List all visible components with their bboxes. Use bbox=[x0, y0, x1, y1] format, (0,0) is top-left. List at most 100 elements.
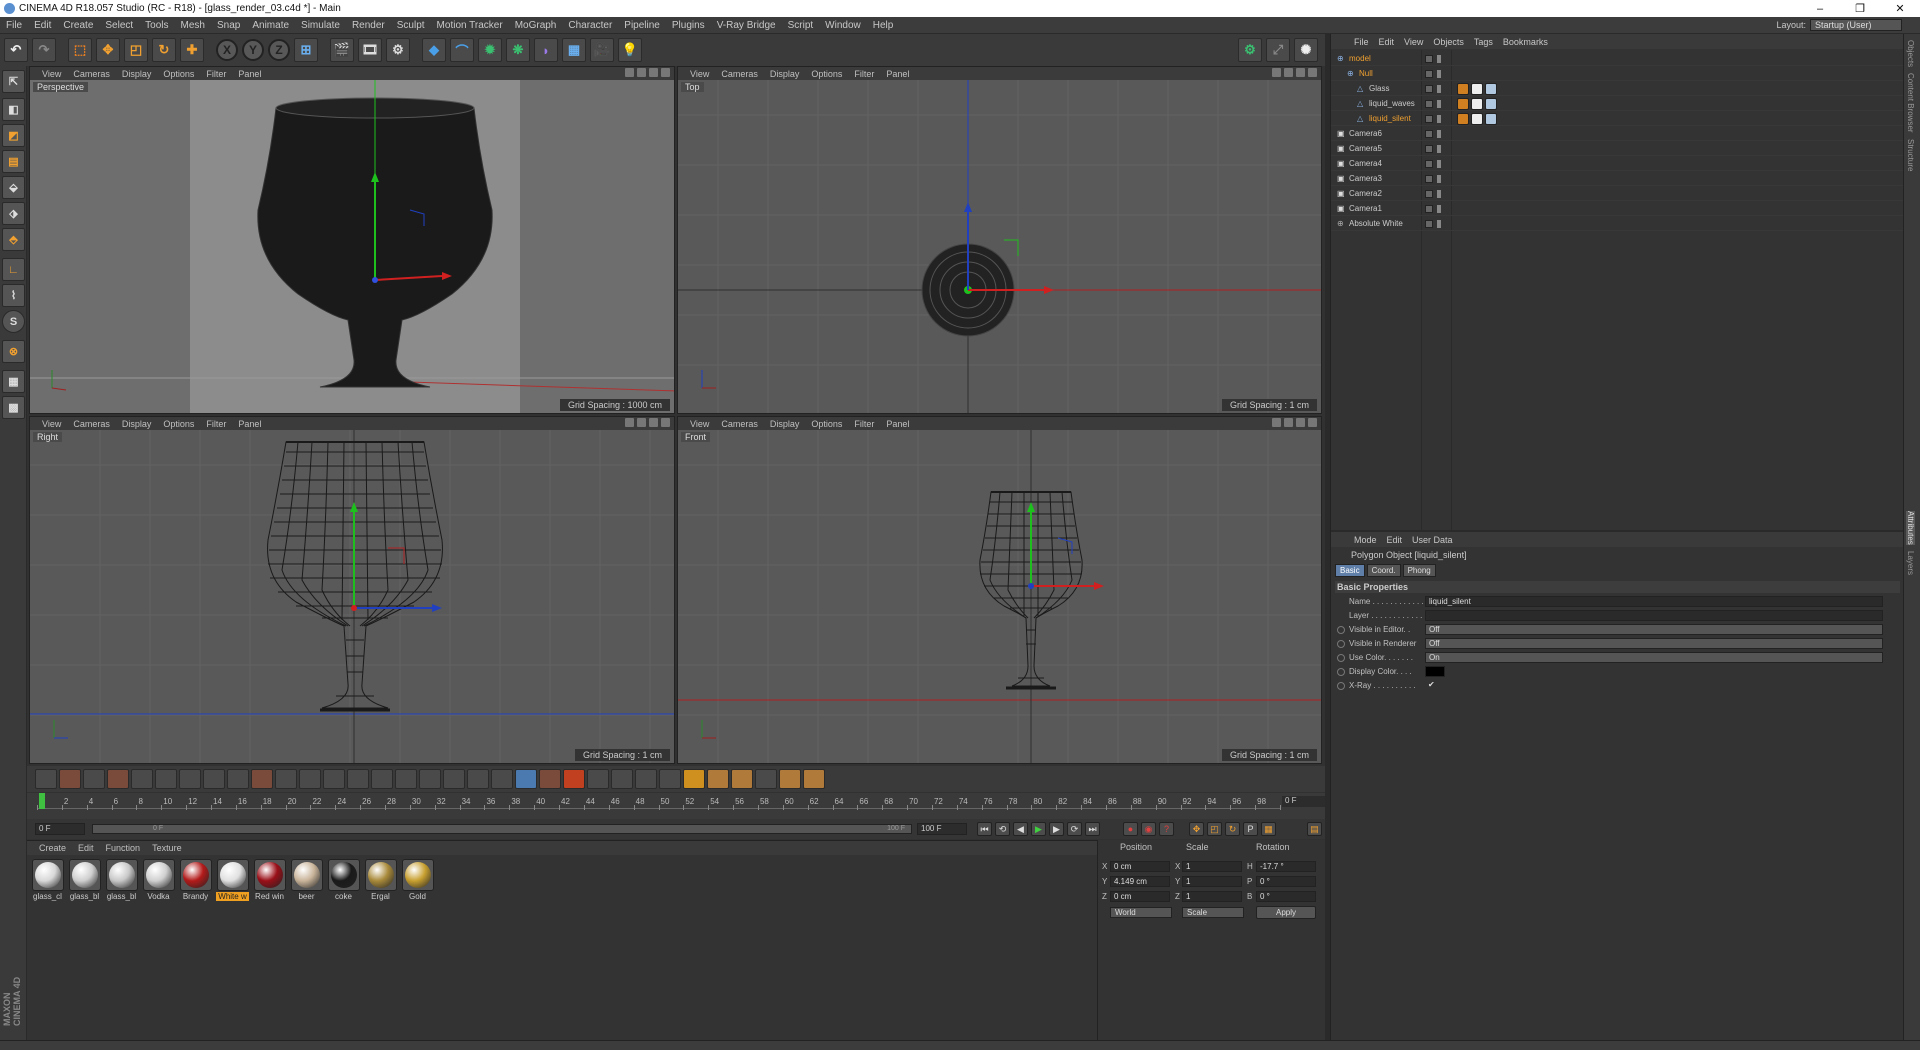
menu-simulate[interactable]: Simulate bbox=[295, 20, 346, 31]
viewport-perspective[interactable]: View Cameras Display Options Filter Pane… bbox=[29, 66, 675, 414]
undo-icon[interactable]: ↶ bbox=[4, 38, 28, 62]
snap-icon[interactable]: ⤢ bbox=[1266, 38, 1290, 62]
visibility-dots[interactable] bbox=[1437, 175, 1441, 183]
obj-menu-file[interactable]: File bbox=[1349, 37, 1374, 47]
move-camera-icon[interactable] bbox=[637, 418, 646, 427]
timeline-cursor[interactable] bbox=[39, 793, 45, 809]
render-picture-viewer-icon[interactable]: 🎞 bbox=[358, 38, 382, 62]
maximize-icon[interactable] bbox=[1308, 418, 1317, 427]
select-tool-icon[interactable]: ⬚ bbox=[68, 38, 92, 62]
object-row[interactable]: ⊕ Absolute White bbox=[1331, 217, 1904, 231]
layer-flag[interactable] bbox=[1425, 55, 1433, 63]
layer-flag[interactable] bbox=[1425, 145, 1433, 153]
scale-key-icon[interactable]: ◰ bbox=[1207, 822, 1222, 836]
menu-sculpt[interactable]: Sculpt bbox=[391, 20, 431, 31]
palette-tool-icon[interactable] bbox=[683, 769, 705, 789]
vp-menu-display[interactable]: Display bbox=[116, 419, 158, 429]
mat-menu-function[interactable]: Function bbox=[100, 843, 147, 853]
layer-field[interactable] bbox=[1425, 610, 1883, 621]
menu-tools[interactable]: Tools bbox=[139, 20, 174, 31]
layer-flag[interactable] bbox=[1425, 70, 1433, 78]
next-frame-icon[interactable]: ▶ bbox=[1049, 822, 1064, 836]
material-tag-icon[interactable] bbox=[1485, 113, 1497, 125]
object-row[interactable]: △ liquid_silent bbox=[1331, 112, 1904, 126]
animate-radio[interactable] bbox=[1337, 682, 1345, 690]
timeline-ruler[interactable]: 0246810121416182022242628303234363840424… bbox=[37, 795, 1295, 810]
visibility-dots[interactable] bbox=[1437, 85, 1441, 93]
material-item[interactable]: Brandy bbox=[179, 859, 212, 901]
preview-range-slider[interactable]: 0 F 100 F bbox=[92, 824, 912, 834]
viewport-right[interactable]: View Cameras Display Options Filter Pane… bbox=[29, 416, 675, 764]
light-icon[interactable]: 💡 bbox=[618, 38, 642, 62]
x-axis-lock-button[interactable]: X bbox=[216, 39, 238, 61]
palette-tool-icon[interactable] bbox=[707, 769, 729, 789]
pla-key-icon[interactable]: ▦ bbox=[1261, 822, 1276, 836]
maximize-icon[interactable] bbox=[661, 68, 670, 77]
menu-mesh[interactable]: Mesh bbox=[175, 20, 211, 31]
workplane-icon[interactable]: ▦ bbox=[2, 370, 25, 393]
material-item[interactable]: glass_bl bbox=[68, 859, 101, 901]
make-editable-icon[interactable]: ⇱ bbox=[2, 70, 25, 93]
visible-editor-dropdown[interactable]: Off bbox=[1425, 624, 1883, 635]
vp-menu-options[interactable]: Options bbox=[157, 69, 200, 79]
model-mode-icon[interactable]: ◧ bbox=[2, 98, 25, 121]
tab-basic[interactable]: Basic bbox=[1335, 564, 1365, 577]
obj-menu-objects[interactable]: Objects bbox=[1428, 37, 1469, 47]
vp-menu-panel[interactable]: Panel bbox=[232, 69, 267, 79]
animate-radio[interactable] bbox=[1337, 654, 1345, 662]
material-item[interactable]: glass_bl bbox=[105, 859, 138, 901]
palette-tool-icon[interactable] bbox=[803, 769, 825, 789]
menu-pipeline[interactable]: Pipeline bbox=[618, 20, 666, 31]
pos-z-field[interactable]: 0 cm bbox=[1110, 891, 1170, 902]
palette-tool-icon[interactable] bbox=[179, 769, 201, 789]
rot-h-field[interactable]: -17.7 ° bbox=[1256, 861, 1316, 872]
obj-menu-edit[interactable]: Edit bbox=[1374, 37, 1400, 47]
move-camera-icon[interactable] bbox=[637, 68, 646, 77]
menu-motion-tracker[interactable]: Motion Tracker bbox=[431, 20, 509, 31]
animate-radio[interactable] bbox=[1337, 640, 1345, 648]
vp-menu-options[interactable]: Options bbox=[805, 419, 848, 429]
layer-flag[interactable] bbox=[1425, 160, 1433, 168]
points-mode-icon[interactable]: ⬙ bbox=[2, 176, 25, 199]
palette-tool-icon[interactable] bbox=[275, 769, 297, 789]
palette-tool-icon[interactable] bbox=[59, 769, 81, 789]
vp-menu-panel[interactable]: Panel bbox=[880, 69, 915, 79]
rot-p-field[interactable]: 0 ° bbox=[1256, 876, 1316, 887]
visibility-dots[interactable] bbox=[1437, 160, 1441, 168]
rotate-camera-icon[interactable] bbox=[1296, 418, 1305, 427]
maximize-icon[interactable] bbox=[1308, 68, 1317, 77]
vp-menu-filter[interactable]: Filter bbox=[200, 69, 232, 79]
palette-tool-icon[interactable] bbox=[539, 769, 561, 789]
palette-tool-icon[interactable] bbox=[35, 769, 57, 789]
array-generator-icon[interactable]: ❋ bbox=[506, 38, 530, 62]
material-item[interactable]: White w bbox=[216, 859, 249, 901]
palette-tool-icon[interactable] bbox=[299, 769, 321, 789]
obj-menu-view[interactable]: View bbox=[1399, 37, 1428, 47]
tab-phong[interactable]: Phong bbox=[1402, 564, 1436, 577]
deformer-icon[interactable]: ◗ bbox=[534, 38, 558, 62]
scale-z-field[interactable]: 1 bbox=[1182, 891, 1242, 902]
rotation-key-icon[interactable]: ↻ bbox=[1225, 822, 1240, 836]
vray-tag-icon[interactable] bbox=[1457, 98, 1469, 110]
palette-tool-icon[interactable] bbox=[731, 769, 753, 789]
palette-tool-icon[interactable] bbox=[323, 769, 345, 789]
add-object-tool-icon[interactable]: ✚ bbox=[180, 38, 204, 62]
floor-icon[interactable]: ▦ bbox=[562, 38, 586, 62]
camera-icon[interactable]: 🎥 bbox=[590, 38, 614, 62]
visibility-dots[interactable] bbox=[1437, 205, 1441, 213]
palette-tool-icon[interactable] bbox=[251, 769, 273, 789]
vray-tag-icon[interactable] bbox=[1457, 83, 1469, 95]
vp-menu-cameras[interactable]: Cameras bbox=[715, 419, 764, 429]
vp-menu-options[interactable]: Options bbox=[157, 419, 200, 429]
layer-flag[interactable] bbox=[1425, 85, 1433, 93]
pan-icon[interactable] bbox=[1272, 418, 1281, 427]
z-axis-lock-button[interactable]: Z bbox=[268, 39, 290, 61]
layer-flag[interactable] bbox=[1425, 175, 1433, 183]
rotate-tool-icon[interactable]: ↻ bbox=[152, 38, 176, 62]
layer-flag[interactable] bbox=[1425, 115, 1433, 123]
pos-y-field[interactable]: 4.149 cm bbox=[1110, 876, 1170, 887]
palette-tool-icon[interactable] bbox=[227, 769, 249, 789]
menu-snap[interactable]: Snap bbox=[211, 20, 246, 31]
scale-y-field[interactable]: 1 bbox=[1182, 876, 1242, 887]
viewport-front[interactable]: View Cameras Display Options Filter Pane… bbox=[677, 416, 1322, 764]
